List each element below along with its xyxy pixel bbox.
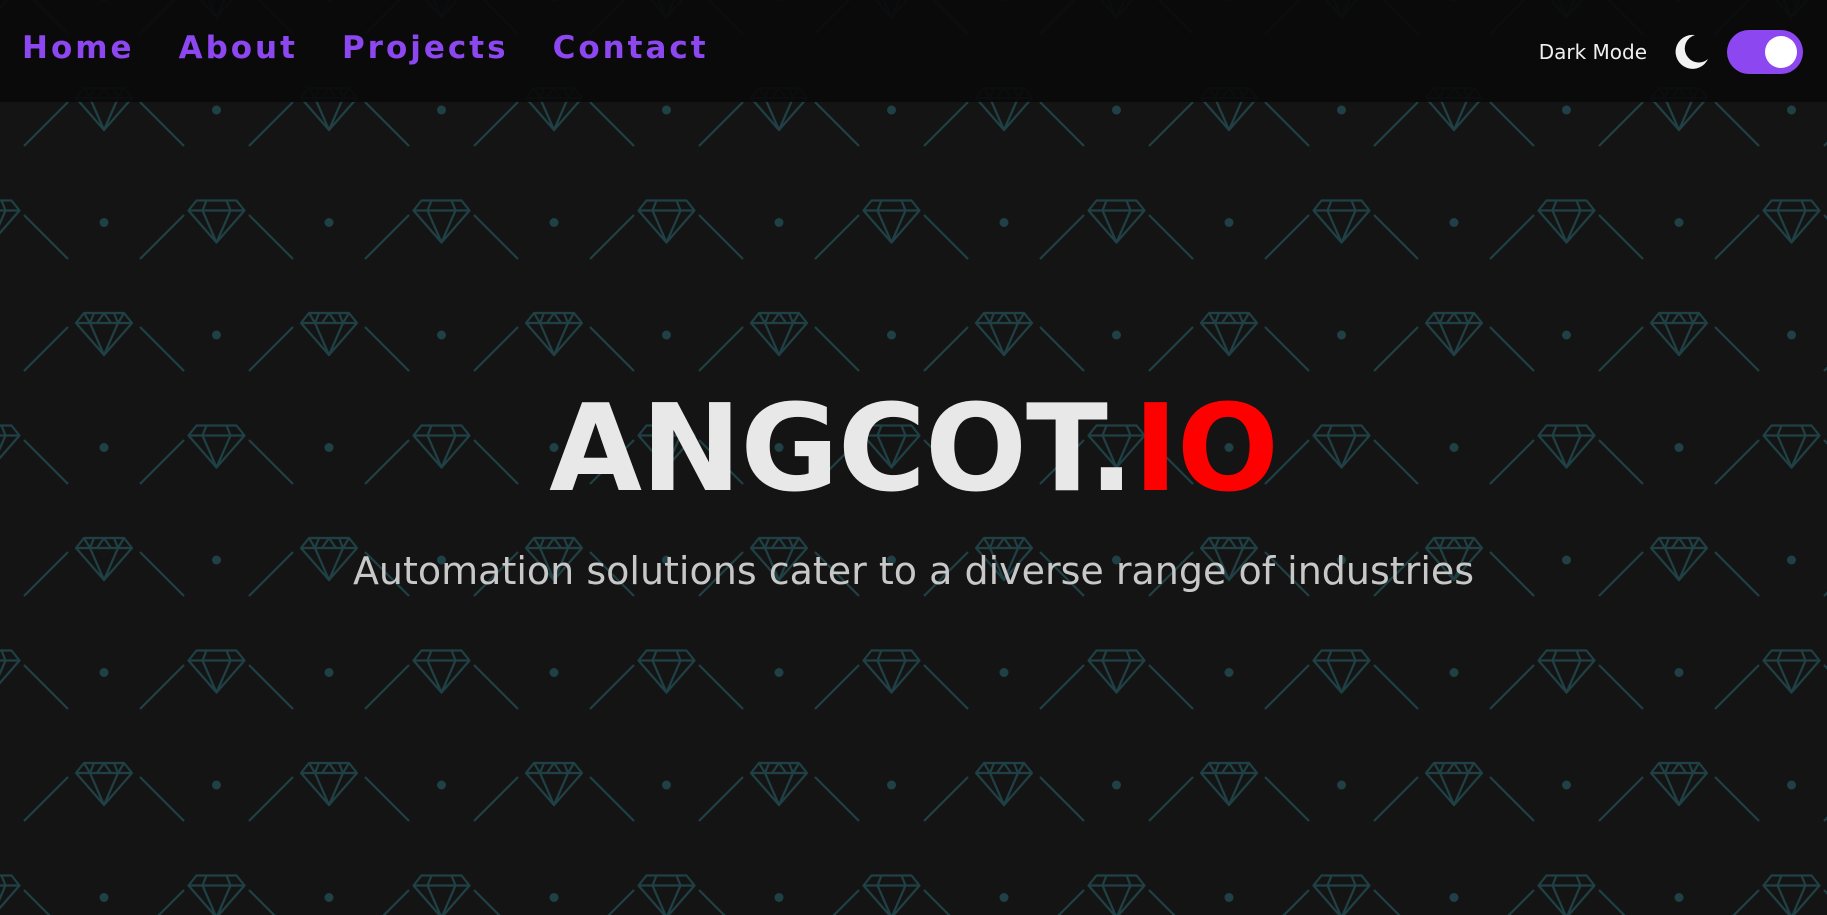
nav-link-projects[interactable]: Projects <box>342 26 509 70</box>
page: Home About Projects Contact Dark Mode AN… <box>0 0 1827 915</box>
nav-link-about[interactable]: About <box>179 26 298 70</box>
top-navbar: Home About Projects Contact Dark Mode <box>0 0 1827 102</box>
nav-links: Home About Projects Contact <box>22 26 709 70</box>
hero-title-main: ANGCOT. <box>549 380 1134 519</box>
hero-title: ANGCOT.IO <box>0 380 1827 520</box>
hero-title-accent: IO <box>1133 380 1279 519</box>
dark-mode-label: Dark Mode <box>1538 40 1647 64</box>
hero-section: ANGCOT.IO Automation solutions cater to … <box>0 380 1827 596</box>
dark-mode-toggle[interactable] <box>1727 30 1803 74</box>
nav-link-home[interactable]: Home <box>22 26 135 70</box>
nav-link-contact[interactable]: Contact <box>553 26 709 70</box>
hero-subtitle: Automation solutions cater to a diverse … <box>352 549 1475 593</box>
toggle-knob <box>1765 36 1797 68</box>
moon-icon <box>1675 34 1708 69</box>
theme-switcher: Dark Mode <box>1539 30 1803 74</box>
